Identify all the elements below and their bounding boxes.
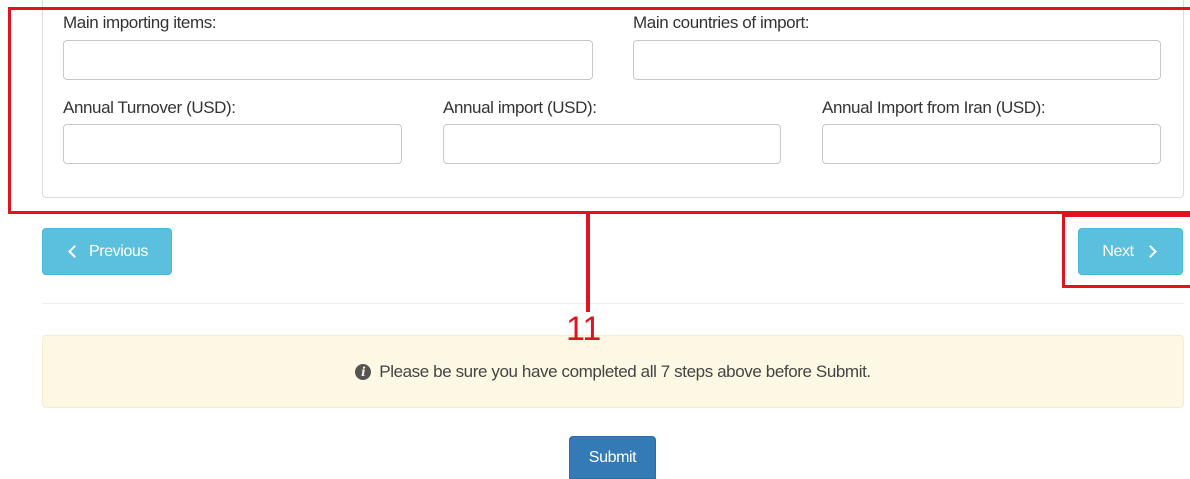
main-importing-items-input[interactable]	[63, 40, 593, 80]
alert-message: Please be sure you have completed all 7 …	[379, 361, 871, 381]
main-countries-of-import-input[interactable]	[633, 40, 1161, 80]
next-button[interactable]: Next	[1078, 228, 1183, 275]
annual-import-label: Annual import (USD):	[443, 98, 597, 117]
annual-turnover-input[interactable]	[63, 124, 402, 164]
annual-import-from-iran-label: Annual Import from Iran (USD):	[822, 98, 1046, 117]
submit-button[interactable]: Submit	[569, 436, 656, 479]
annual-import-input[interactable]	[443, 124, 781, 164]
previous-button-label: Previous	[88, 242, 149, 260]
annual-import-from-iran-input[interactable]	[822, 124, 1161, 164]
chevron-right-icon	[1143, 245, 1157, 258]
previous-button[interactable]: Previous	[42, 228, 172, 275]
submit-button-label: Submit	[588, 448, 637, 466]
chevron-left-icon	[68, 245, 81, 258]
next-button-label: Next	[1102, 242, 1134, 260]
divider	[42, 303, 1184, 304]
info-circle-icon: i	[355, 363, 372, 380]
main-importing-items-label: Main importing items:	[63, 13, 217, 32]
annual-turnover-label: Annual Turnover (USD):	[63, 98, 236, 117]
warning-alert: i Please be sure you have completed all …	[42, 335, 1184, 408]
step-number-annotation: 11	[566, 310, 602, 348]
annotation-connector-line	[586, 214, 590, 312]
main-countries-of-import-label: Main countries of import:	[633, 13, 810, 32]
